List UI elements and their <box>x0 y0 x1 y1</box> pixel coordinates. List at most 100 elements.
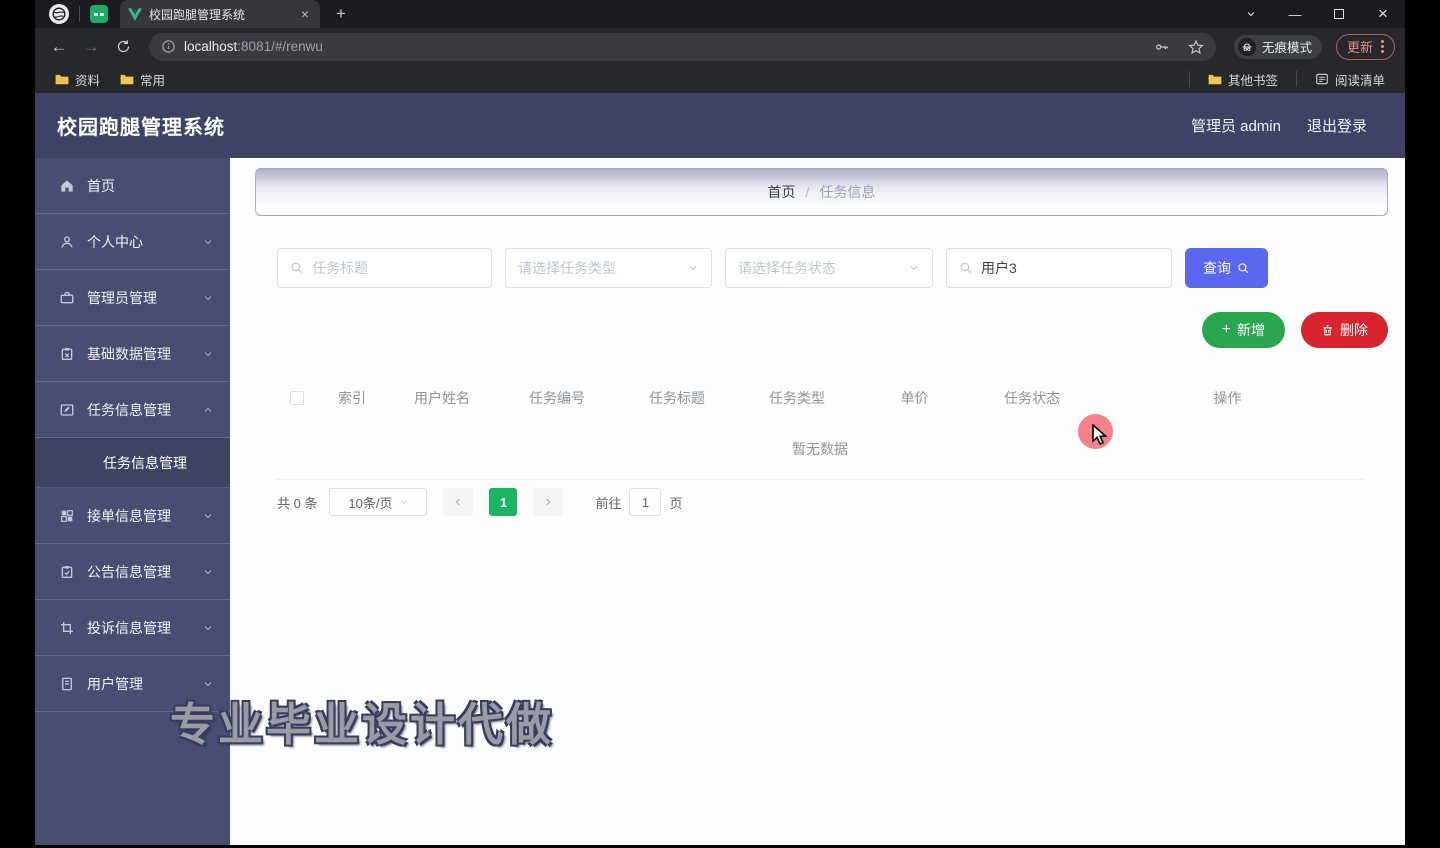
update-label: 更新 <box>1347 37 1373 56</box>
window-close-button[interactable]: × <box>1361 0 1405 28</box>
current-user-label: 管理员 admin <box>1191 115 1281 136</box>
table-header-row: 索引 用户姓名 任务编号 任务标题 任务类型 单价 任务状态 操作 <box>277 378 1363 418</box>
key-icon[interactable] <box>1154 39 1170 55</box>
add-button[interactable]: + 新增 <box>1202 312 1285 348</box>
next-page-button[interactable] <box>533 488 563 516</box>
chrome-chevron-icon[interactable] <box>1229 0 1273 28</box>
page-size-select[interactable]: 10条/页 <box>329 488 427 516</box>
sidebar-subitem-task-info[interactable]: 任务信息管理 <box>35 438 230 488</box>
sidebar-item-label: 基础数据管理 <box>87 344 190 364</box>
logout-button[interactable]: 退出登录 <box>1307 115 1367 136</box>
chevron-down-icon <box>202 236 214 248</box>
column-header: 任务编号 <box>497 388 617 408</box>
chevron-down-icon <box>202 510 214 522</box>
bookmark-folder[interactable]: 常用 <box>112 67 173 92</box>
input-placeholder: 任务标题 <box>312 258 368 278</box>
sidebar-item-admin-mgmt[interactable]: 管理员管理 <box>35 270 230 326</box>
chevron-down-icon <box>202 348 214 360</box>
update-button[interactable]: 更新 <box>1336 34 1395 60</box>
tab-strip: 校园跑腿管理系统 × + — × <box>35 0 1405 28</box>
user-search-input[interactable]: 用户3 <box>946 248 1172 288</box>
sidebar-group-task: 任务信息管理 任务信息管理 <box>35 382 230 488</box>
search-button[interactable]: 查询 <box>1185 248 1268 288</box>
table-empty-state: 暂无数据 <box>277 418 1363 480</box>
window-maximize-button[interactable] <box>1317 0 1361 28</box>
other-bookmarks-folder[interactable]: 其他书签 <box>1200 67 1286 92</box>
task-title-input[interactable]: 任务标题 <box>277 248 492 288</box>
divider <box>1296 71 1297 87</box>
search-icon <box>959 261 973 275</box>
vue-favicon <box>128 8 142 21</box>
goto-unit-label: 页 <box>669 493 682 512</box>
plus-icon: + <box>1222 321 1231 339</box>
sidebar-item-label: 投诉信息管理 <box>87 618 190 638</box>
delete-button-label: 删除 <box>1340 320 1368 340</box>
chevron-down-icon <box>202 622 214 634</box>
column-header: 任务标题 <box>617 388 737 408</box>
add-button-label: 新增 <box>1237 320 1265 340</box>
column-header: 任务状态 <box>972 388 1092 408</box>
reading-list-button[interactable]: 阅读清单 <box>1307 67 1393 92</box>
divider <box>79 6 80 22</box>
window-minimize-button[interactable]: — <box>1273 0 1317 28</box>
filter-bar: 任务标题 请选择任务类型 请选择任务状态 用户3 <box>277 248 1268 288</box>
tab-close-icon[interactable]: × <box>298 6 312 22</box>
column-header: 用户姓名 <box>387 388 497 408</box>
sidebar-item-label: 公告信息管理 <box>87 562 190 582</box>
goto-page-input[interactable]: 1 <box>629 488 661 516</box>
sidebar-item-profile[interactable]: 个人中心 <box>35 214 230 270</box>
incognito-icon <box>1238 38 1256 56</box>
sidebar-item-task-mgmt[interactable]: 任务信息管理 <box>35 382 230 438</box>
bookmark-label: 常用 <box>140 70 165 89</box>
breadcrumb-home[interactable]: 首页 <box>768 182 796 202</box>
screen: 校园跑腿管理系统 × + — × ← → <box>0 0 1440 848</box>
sidebar-item-label: 首页 <box>87 176 214 196</box>
refresh-icon[interactable] <box>109 33 137 61</box>
pagination-total: 共 0 条 <box>277 493 317 512</box>
task-status-select[interactable]: 请选择任务状态 <box>725 248 933 288</box>
pagination: 共 0 条 10条/页 1 前往 1 页 <box>277 488 683 516</box>
back-icon[interactable]: ← <box>45 33 73 61</box>
page-number-button[interactable]: 1 <box>489 488 517 516</box>
select-placeholder: 请选择任务类型 <box>518 258 616 278</box>
column-header: 任务类型 <box>737 388 857 408</box>
column-header: 索引 <box>317 388 387 408</box>
chevron-down-icon <box>399 497 409 507</box>
task-type-select[interactable]: 请选择任务类型 <box>505 248 712 288</box>
bookmark-star-icon[interactable] <box>1188 39 1204 55</box>
select-placeholder: 请选择任务状态 <box>738 258 836 278</box>
address-bar[interactable]: localhost:8081/#/renwu <box>149 33 1216 61</box>
sidebar-item-complaint-mgmt[interactable]: 投诉信息管理 <box>35 600 230 656</box>
window-controls: — × <box>1229 0 1405 28</box>
clipboard-icon <box>59 346 75 362</box>
goto-label: 前往 <box>595 493 621 512</box>
forward-icon[interactable]: → <box>77 33 105 61</box>
sidebar-item-notice-mgmt[interactable]: 公告信息管理 <box>35 544 230 600</box>
sidebar-item-home[interactable]: 首页 <box>35 158 230 214</box>
app-header: 校园跑腿管理系统 管理员 admin 退出登录 <box>35 93 1405 158</box>
select-all-checkbox[interactable] <box>277 391 317 405</box>
menu-dots-icon[interactable] <box>1381 40 1384 53</box>
info-icon[interactable] <box>161 39 176 54</box>
delete-button[interactable]: 删除 <box>1301 312 1388 348</box>
browser-profile-icon[interactable] <box>49 4 69 24</box>
prev-page-button[interactable] <box>443 488 473 516</box>
column-header: 单价 <box>857 388 972 408</box>
sidebar-item-order-mgmt[interactable]: 接单信息管理 <box>35 488 230 544</box>
sidebar-item-base-data[interactable]: 基础数据管理 <box>35 326 230 382</box>
app-title: 校园跑腿管理系统 <box>57 111 225 140</box>
table-actions: + 新增 删除 <box>230 312 1388 348</box>
grid-icon <box>59 508 75 524</box>
crop-icon <box>59 620 75 636</box>
browser-tab-active[interactable]: 校园跑腿管理系统 × <box>120 0 320 28</box>
sidebar-item-label: 个人中心 <box>87 232 190 252</box>
new-tab-button[interactable]: + <box>330 4 352 24</box>
bookmark-folder[interactable]: 资料 <box>47 67 108 92</box>
chevron-down-icon <box>687 262 699 274</box>
search-icon <box>1237 262 1250 275</box>
breadcrumb-separator: / <box>806 184 810 200</box>
chevron-up-icon <box>202 404 214 416</box>
watermark-text: 专业毕业设计代做 <box>170 688 554 753</box>
page-size-value: 10条/页 <box>348 493 392 512</box>
extension-icon[interactable] <box>90 5 108 23</box>
